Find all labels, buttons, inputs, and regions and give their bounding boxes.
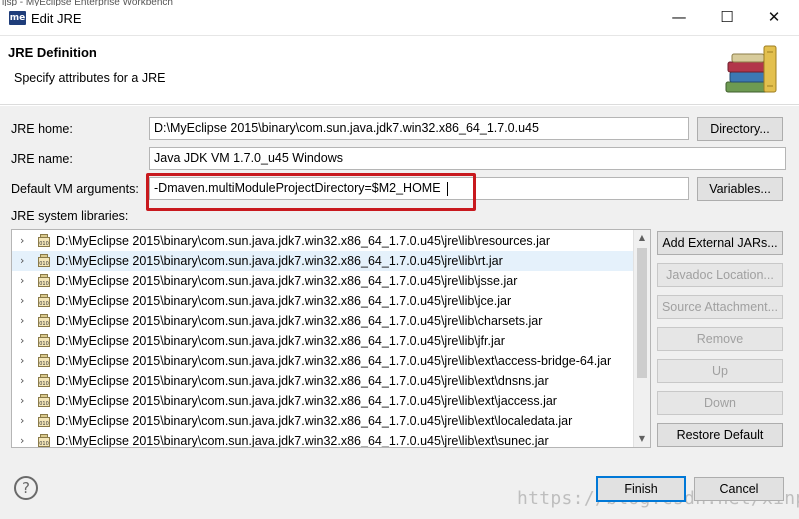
expand-chevron-icon[interactable]: › [20, 251, 30, 271]
dialog-header: JRE Definition Specify attributes for a … [0, 36, 799, 105]
library-row[interactable]: › 010 D:\MyEclipse 2015\binary\com.sun.jav… [12, 411, 634, 431]
library-row[interactable]: › 010 D:\MyEclipse 2015\binary\com.sun.jav… [12, 291, 634, 311]
jar-icon: 010 [38, 414, 50, 427]
svg-text:010: 010 [39, 381, 49, 387]
svg-text:010: 010 [39, 261, 49, 267]
svg-text:010: 010 [39, 341, 49, 347]
jre-name-field[interactable]: Java JDK VM 1.7.0_u45 Windows [149, 147, 786, 170]
jar-icon: 010 [38, 334, 50, 347]
finish-button[interactable]: Finish [596, 476, 686, 502]
expand-chevron-icon[interactable]: › [20, 231, 30, 251]
down-button[interactable]: Down [657, 391, 783, 415]
svg-text:010: 010 [39, 401, 49, 407]
minimize-button[interactable]: — [657, 0, 701, 34]
jar-icon: 010 [38, 274, 50, 287]
svg-text:010: 010 [39, 321, 49, 327]
javadoc-location-button[interactable]: Javadoc Location... [657, 263, 783, 287]
svg-text:010: 010 [39, 301, 49, 307]
vm-arguments-label: Default VM arguments: [11, 182, 139, 196]
books-icon [725, 45, 777, 93]
library-path: D:\MyEclipse 2015\binary\com.sun.java.jd… [56, 434, 549, 448]
add-external-jars-button[interactable]: Add External JARs... [657, 231, 783, 255]
library-row[interactable]: › 010 D:\MyEclipse 2015\binary\com.sun.jav… [12, 251, 634, 271]
header-title: JRE Definition [8, 45, 97, 60]
svg-text:010: 010 [39, 361, 49, 367]
jre-home-label: JRE home: [11, 122, 73, 136]
jar-icon: 010 [38, 354, 50, 367]
jar-icon: 010 [38, 294, 50, 307]
jre-name-label: JRE name: [11, 152, 73, 166]
library-row[interactable]: › 010 D:\MyEclipse 2015\binary\com.sun.jav… [12, 271, 634, 291]
up-button[interactable]: Up [657, 359, 783, 383]
library-row[interactable]: › 010 D:\MyEclipse 2015\binary\com.sun.jav… [12, 351, 634, 371]
title-bar: ijsp - MyEclipse Enterprise Workbench me… [0, 0, 799, 36]
library-row[interactable]: › 010 D:\MyEclipse 2015\binary\com.sun.jav… [12, 331, 634, 351]
restore-default-button[interactable]: Restore Default [657, 423, 783, 447]
jre-libraries-label: JRE system libraries: [11, 209, 129, 223]
library-path: D:\MyEclipse 2015\binary\com.sun.java.jd… [56, 234, 551, 248]
scroll-up-arrow-icon[interactable]: ▲ [634, 230, 650, 246]
library-path: D:\MyEclipse 2015\binary\com.sun.java.jd… [56, 334, 505, 348]
library-path: D:\MyEclipse 2015\binary\com.sun.java.jd… [56, 274, 518, 288]
maximize-button[interactable]: ☐ [705, 0, 749, 34]
library-path: D:\MyEclipse 2015\binary\com.sun.java.jd… [56, 314, 543, 328]
library-row[interactable]: › 010 D:\MyEclipse 2015\binary\com.sun.jav… [12, 231, 634, 251]
expand-chevron-icon[interactable]: › [20, 371, 30, 391]
vm-arguments-value: -Dmaven.multiModuleProjectDirectory=$M2_… [154, 181, 441, 195]
library-path: D:\MyEclipse 2015\binary\com.sun.java.jd… [56, 374, 549, 388]
vm-arguments-field[interactable]: -Dmaven.multiModuleProjectDirectory=$M2_… [149, 177, 689, 200]
expand-chevron-icon[interactable]: › [20, 411, 30, 431]
jre-home-field[interactable]: D:\MyEclipse 2015\binary\com.sun.java.jd… [149, 117, 689, 140]
window-title: Edit JRE [31, 11, 82, 26]
expand-chevron-icon[interactable]: › [20, 431, 30, 447]
svg-text:010: 010 [39, 421, 49, 427]
svg-text:010: 010 [39, 281, 49, 287]
library-path: D:\MyEclipse 2015\binary\com.sun.java.jd… [56, 414, 573, 428]
library-path: D:\MyEclipse 2015\binary\com.sun.java.jd… [56, 394, 557, 408]
library-path: D:\MyEclipse 2015\binary\com.sun.java.jd… [56, 294, 512, 308]
expand-chevron-icon[interactable]: › [20, 291, 30, 311]
variables-button[interactable]: Variables... [697, 177, 783, 201]
expand-chevron-icon[interactable]: › [20, 351, 30, 371]
help-icon[interactable]: ? [14, 476, 38, 500]
expand-chevron-icon[interactable]: › [20, 331, 30, 351]
jar-icon: 010 [38, 234, 50, 247]
jar-icon: 010 [38, 434, 50, 447]
library-path: D:\MyEclipse 2015\binary\com.sun.java.jd… [56, 254, 503, 268]
library-path: D:\MyEclipse 2015\binary\com.sun.java.jd… [56, 354, 612, 368]
svg-text:010: 010 [39, 441, 49, 447]
jar-icon: 010 [38, 254, 50, 267]
library-row[interactable]: › 010 D:\MyEclipse 2015\binary\com.sun.jav… [12, 311, 634, 331]
source-attachment-button[interactable]: Source Attachment... [657, 295, 783, 319]
library-row[interactable]: › 010 D:\MyEclipse 2015\binary\com.sun.jav… [12, 371, 634, 391]
expand-chevron-icon[interactable]: › [20, 311, 30, 331]
jar-icon: 010 [38, 394, 50, 407]
svg-text:010: 010 [39, 241, 49, 247]
directory-button[interactable]: Directory... [697, 117, 783, 141]
header-subtitle: Specify attributes for a JRE [14, 71, 166, 85]
cancel-button[interactable]: Cancel [694, 477, 784, 501]
close-button[interactable]: ✕ [752, 0, 796, 34]
scroll-down-arrow-icon[interactable]: ▼ [634, 431, 650, 447]
remove-button[interactable]: Remove [657, 327, 783, 351]
jre-libraries-tree[interactable]: › 010 D:\MyEclipse 2015\binary\com.sun.jav… [11, 229, 651, 448]
jar-icon: 010 [38, 314, 50, 327]
library-row[interactable]: › 010 D:\MyEclipse 2015\binary\com.sun.jav… [12, 391, 634, 411]
myeclipse-app-icon: me [9, 11, 26, 25]
scrollbar-thumb[interactable] [637, 248, 647, 378]
expand-chevron-icon[interactable]: › [20, 391, 30, 411]
library-row[interactable]: › 010 D:\MyEclipse 2015\binary\com.sun.jav… [12, 431, 634, 448]
jar-icon: 010 [38, 374, 50, 387]
expand-chevron-icon[interactable]: › [20, 271, 30, 291]
vertical-scrollbar[interactable]: ▲ ▼ [633, 230, 650, 447]
text-caret [446, 181, 448, 196]
